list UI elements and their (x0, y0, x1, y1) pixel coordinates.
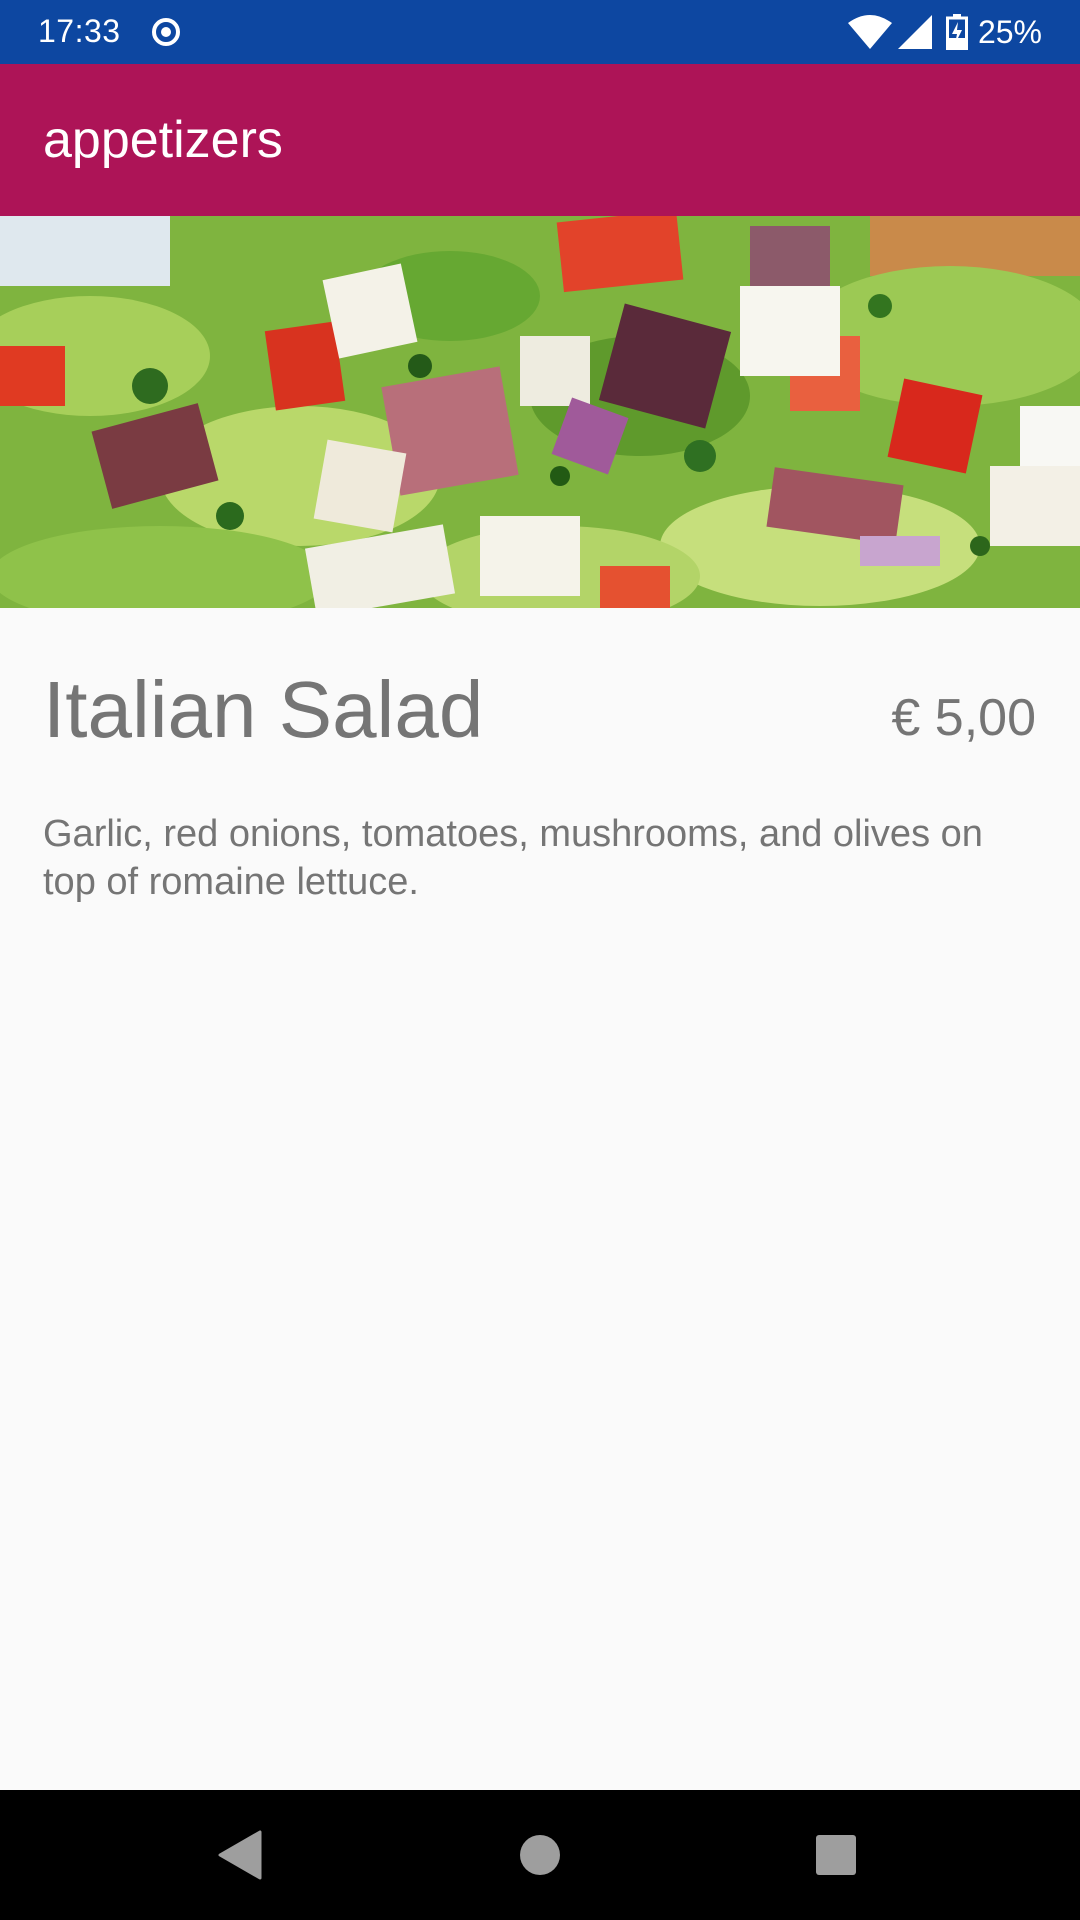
item-price: € 5,00 (891, 689, 1036, 747)
item-description: Garlic, red onions, tomatoes, mushrooms,… (43, 813, 983, 903)
home-icon (520, 1835, 560, 1875)
status-bar: 17:33 25% (0, 0, 1080, 64)
home-button[interactable] (500, 1815, 580, 1895)
cell-signal-icon (897, 15, 932, 49)
screen: 17:33 25% appetizers Italian Salad € 5,0… (0, 0, 1080, 1920)
sync-icon (152, 18, 180, 46)
wifi-icon (847, 15, 892, 49)
back-button[interactable] (200, 1815, 280, 1895)
recents-icon (816, 1835, 856, 1875)
recents-button[interactable] (796, 1815, 876, 1895)
salad-photo (0, 216, 1080, 608)
battery-percentage: 25% (977, 13, 1042, 50)
app-bar: appetizers (0, 64, 1080, 216)
back-icon (218, 1830, 262, 1880)
app-bar-title: appetizers (43, 111, 283, 169)
navigation-bar (0, 1790, 1080, 1920)
item-name: Italian Salad (43, 665, 484, 754)
battery-charging-icon (945, 14, 968, 50)
status-icons: 25% (847, 0, 1042, 64)
status-time: 17:33 (38, 13, 121, 49)
